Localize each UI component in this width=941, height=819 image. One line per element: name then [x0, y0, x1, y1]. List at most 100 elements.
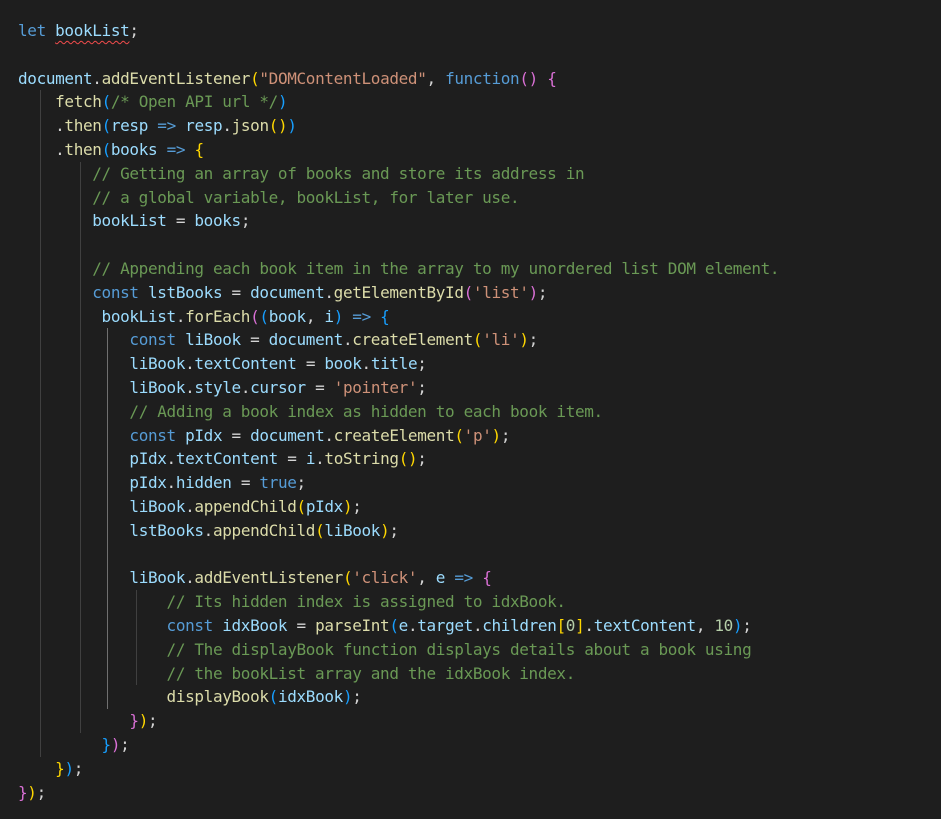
code-token: . [185, 568, 195, 588]
code-token: e [435, 568, 446, 588]
code-area[interactable]: let bookList;​document.addEventListener(… [18, 19, 780, 805]
code-token: ; [389, 520, 399, 540]
code-token: ( [259, 306, 269, 326]
code-token: 'li' [482, 330, 520, 350]
code-token: function [445, 68, 520, 88]
code-line[interactable]: ​ [18, 233, 779, 257]
code-token: . [92, 68, 102, 88]
code-token: getElementById [333, 282, 464, 302]
code-line[interactable]: }); [18, 709, 779, 733]
code-line[interactable]: ​ [18, 43, 779, 67]
code-line[interactable]: liBook.addEventListener('click', e => { [18, 566, 779, 590]
code-token: ) [27, 782, 37, 802]
code-line[interactable]: bookList = books; [18, 209, 779, 233]
code-token: ) [287, 116, 297, 136]
code-token: ; [500, 425, 511, 445]
code-line[interactable]: liBook.style.cursor = 'pointer'; [18, 376, 779, 400]
code-token: ; [417, 354, 427, 374]
code-token: let [18, 21, 56, 40]
code-token: // the bookList array and the idxBook in… [166, 663, 576, 683]
code-line[interactable]: document.addEventListener("DOMContentLoa… [18, 67, 779, 91]
code-token: bookList [92, 211, 167, 231]
code-token: /* Open API url */ [110, 92, 278, 112]
code-line[interactable]: fetch(/* Open API url */) [18, 90, 779, 114]
code-token: ] [575, 615, 585, 635]
code-line[interactable]: displayBook(idxBook); [18, 685, 779, 709]
code-token: // Adding a book index as hidden to each… [129, 401, 603, 421]
code-token: i [324, 306, 334, 326]
code-line[interactable]: const idxBook = parseInt(e.target.childr… [18, 614, 779, 638]
code-line[interactable]: ​ [18, 543, 779, 567]
code-token: ( [463, 282, 474, 302]
code-token: . [166, 449, 177, 469]
code-token: parseInt [315, 615, 390, 635]
code-token: , [426, 68, 446, 88]
code-token: . [203, 520, 214, 540]
code-token: ) [732, 615, 743, 635]
code-token: const [92, 282, 148, 302]
code-token: // Appending each book item in the array… [92, 258, 780, 278]
code-line[interactable]: pIdx.hidden = true; [18, 471, 779, 495]
code-token: = [296, 354, 325, 374]
code-token: ) [342, 687, 353, 707]
code-token: . [175, 306, 186, 326]
code-token: 'list' [472, 282, 529, 302]
code-token: ; [36, 782, 47, 802]
code-token: ) [333, 306, 344, 326]
code-line[interactable]: // a global variable, bookList, for late… [18, 186, 779, 210]
code-token: . [185, 354, 195, 374]
code-token: forEach [185, 306, 251, 326]
code-line[interactable]: // Adding a book index as hidden to each… [18, 400, 779, 424]
code-token: [ [556, 615, 567, 635]
code-token: document [250, 425, 325, 445]
code-line[interactable]: const lstBooks = document.getElementById… [18, 281, 779, 305]
code-token: . [222, 116, 232, 136]
code-token: liBook [129, 354, 186, 374]
code-token: title [370, 354, 418, 374]
code-token: ( [454, 425, 464, 445]
code-line[interactable]: }); [18, 733, 779, 757]
code-token: "DOMContentLoaded" [259, 68, 427, 88]
code-line[interactable]: pIdx.textContent = i.toString(); [18, 447, 779, 471]
code-line[interactable]: let bookList; [18, 19, 779, 43]
code-line[interactable]: liBook.appendChild(pIdx); [18, 495, 779, 519]
code-token: json [231, 116, 269, 136]
code-line[interactable]: .then(books => { [18, 138, 779, 162]
code-line[interactable]: // the bookList array and the idxBook in… [18, 662, 779, 686]
code-line[interactable]: // Getting an array of books and store i… [18, 162, 779, 186]
code-token: { [547, 68, 557, 88]
code-token: . [342, 330, 353, 350]
code-token: ; [129, 21, 139, 40]
code-token: ) [491, 425, 502, 445]
code-line[interactable]: // The displayBook function displays det… [18, 638, 779, 662]
code-token: . [324, 425, 334, 445]
code-line[interactable]: bookList.forEach((book, i) => { [18, 305, 779, 329]
code-line[interactable]: // Appending each book item in the array… [18, 257, 779, 281]
code-token: pIdx [129, 449, 167, 469]
code-editor[interactable]: let bookList;​document.addEventListener(… [0, 0, 941, 819]
code-token: textContent [593, 615, 696, 635]
code-line[interactable]: // Its hidden index is assigned to idxBo… [18, 590, 779, 614]
code-token: createElement [352, 330, 473, 350]
code-token: . [166, 473, 177, 493]
code-line[interactable]: liBook.textContent = book.title; [18, 352, 779, 376]
code-line[interactable]: const liBook = document.createElement('l… [18, 328, 779, 352]
code-line[interactable]: lstBooks.appendChild(liBook); [18, 519, 779, 543]
code-line[interactable]: .then(resp => resp.json()) [18, 114, 779, 138]
code-token: ; [352, 687, 362, 707]
code-token: = [231, 473, 260, 493]
indent-guide [136, 590, 137, 686]
code-line[interactable]: const pIdx = document.createElement('p')… [18, 424, 779, 448]
code-line[interactable]: }); [18, 757, 779, 781]
code-token: , [305, 306, 325, 326]
code-line[interactable]: }); [18, 781, 779, 805]
code-token: const [129, 425, 186, 445]
